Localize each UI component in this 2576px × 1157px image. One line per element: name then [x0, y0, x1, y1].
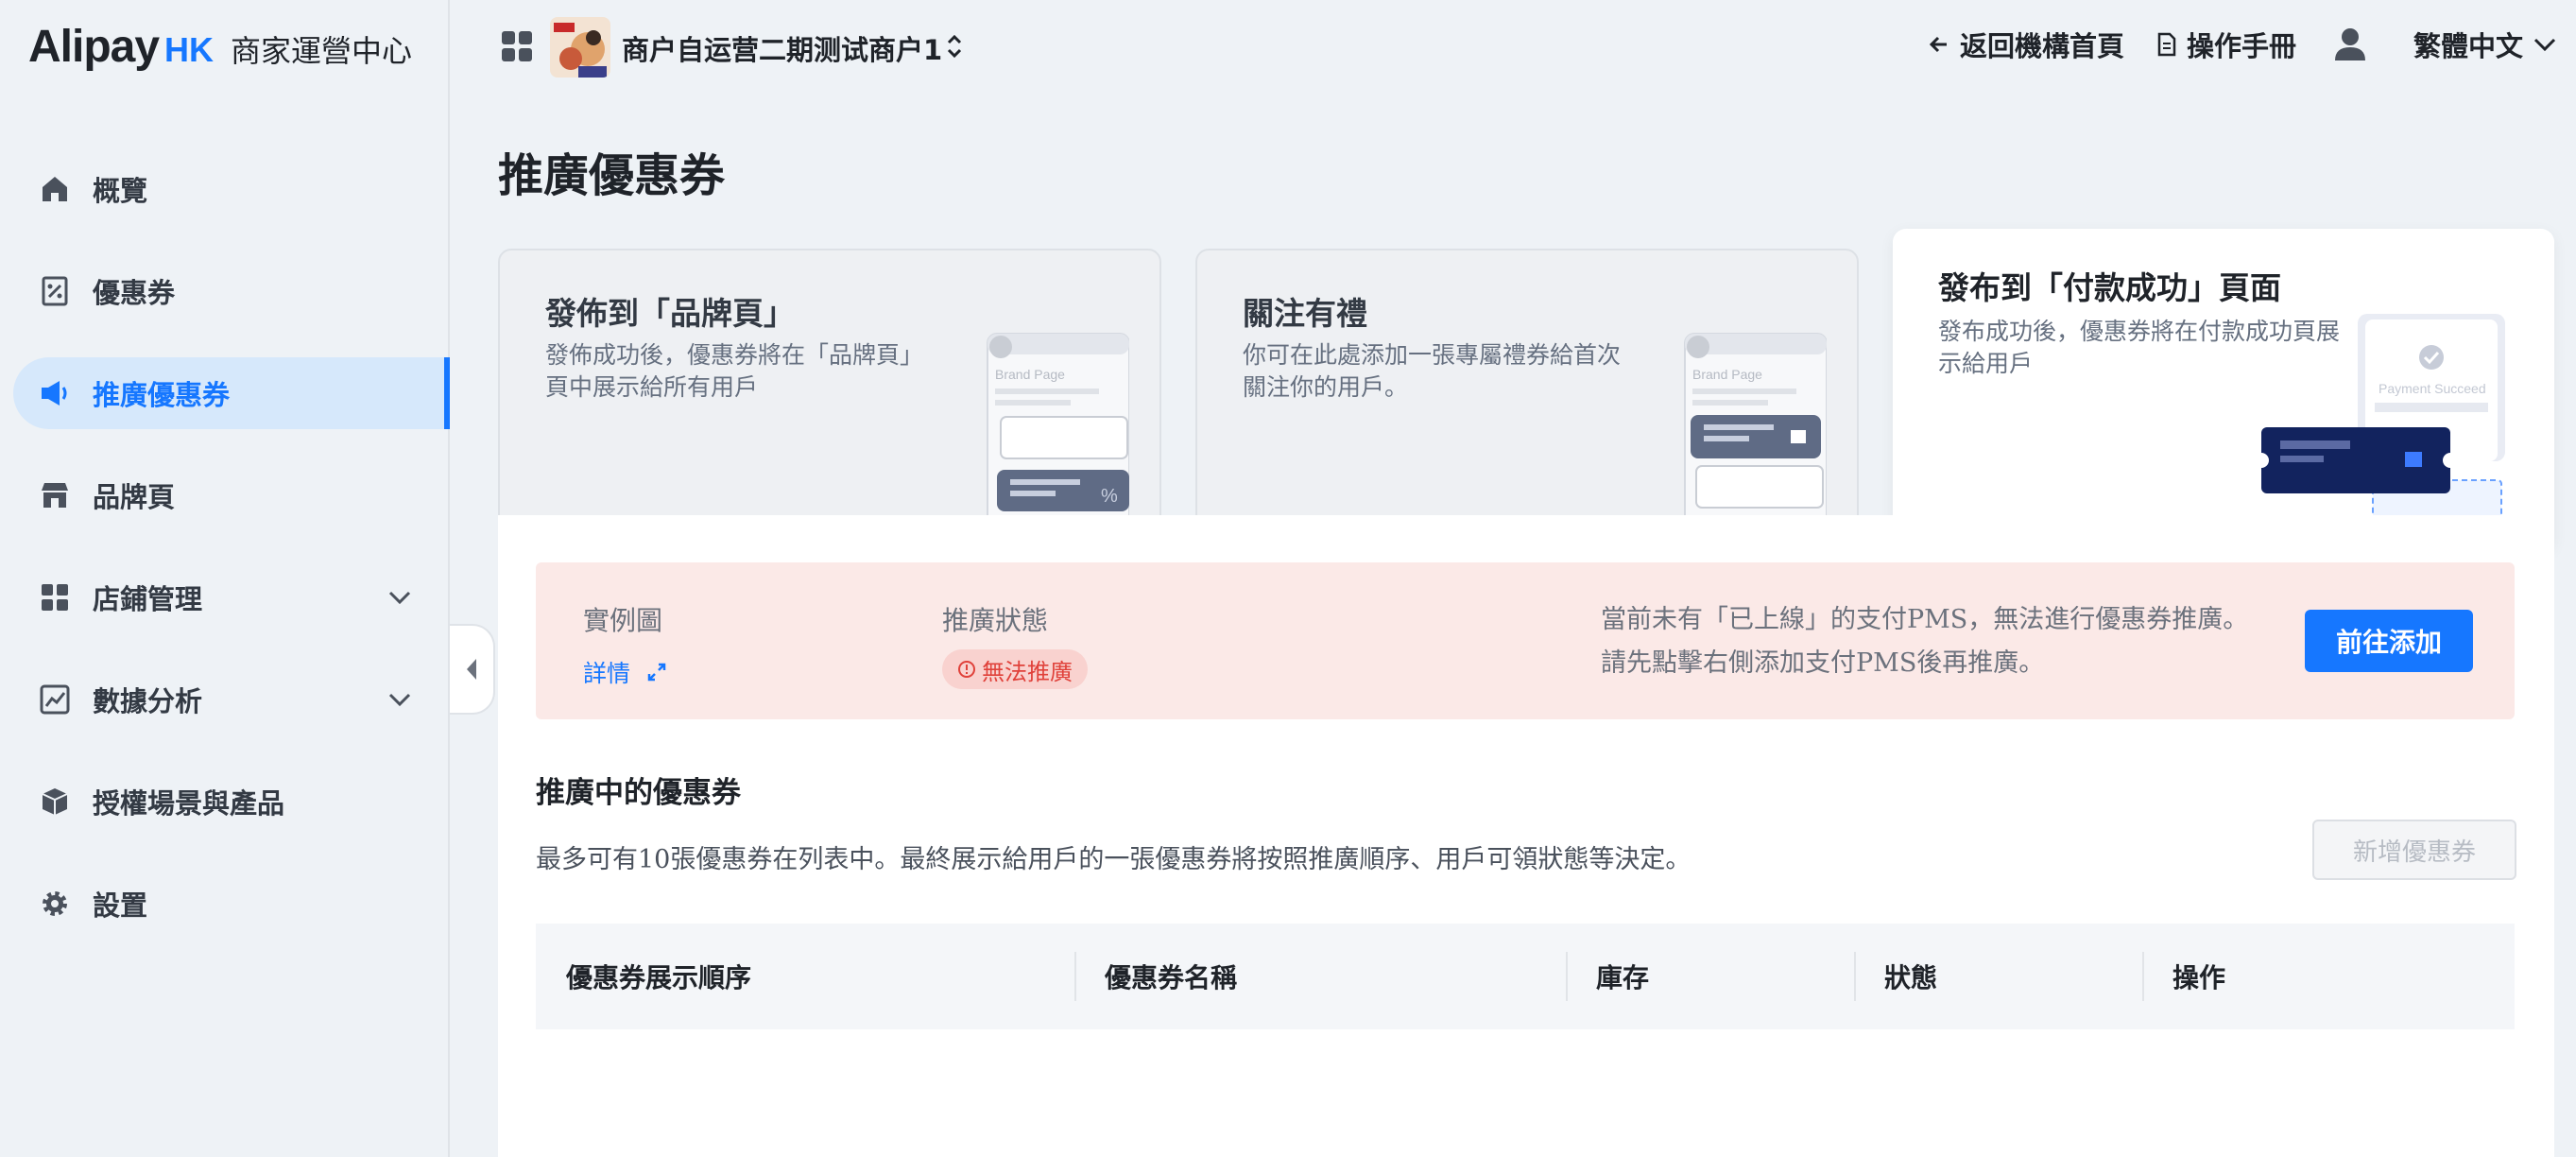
sidebar-nav: 概覽 優惠券 推廣優惠券 品牌頁 店鋪管理 數據分析 授權場景與產品 設置: [13, 153, 450, 970]
brand-page-illustration: Brand Page %: [987, 333, 1129, 530]
megaphone-icon: [38, 376, 72, 410]
language-label: 繁體中文: [2413, 30, 2523, 62]
language-selector[interactable]: 繁體中文: [2413, 25, 2557, 64]
sidebar-item-promote-coupons[interactable]: 推廣優惠券: [13, 357, 450, 429]
svg-text:%: %: [1101, 486, 1118, 507]
illu-text: Payment Succeed: [2379, 381, 2486, 396]
home-icon: [38, 172, 72, 206]
sidebar-item-label: 推廣優惠券: [93, 379, 231, 411]
main-panel: 實例圖 推廣狀態 詳情 無法推廣 當前未有「已上線」的支付PMS，無法進行優惠券…: [498, 515, 2554, 1157]
column-header-display-order: 優惠券展示順序: [566, 962, 752, 993]
column-header-stock: 庫存: [1566, 924, 1854, 1029]
top-header: 商户自运营二期测试商户1 返回機構首頁 操作手冊 繁體中文: [452, 0, 2576, 95]
chart-icon: [38, 682, 72, 717]
gear-icon: [38, 887, 72, 921]
back-label: 返回機構首頁: [1959, 30, 2124, 62]
sidebar-item-label: 授權場景與產品: [93, 787, 285, 820]
merchant-avatar: [550, 17, 610, 78]
expand-icon: [647, 663, 666, 682]
follow-gift-card[interactable]: 關注有禮 你可在此處添加一張專屬禮券給首次關注你的用戶。 Brand Page: [1195, 249, 1859, 532]
apps-icon[interactable]: [501, 30, 533, 66]
alert-message-line1: 當前未有「已上線」的支付PMS，無法進行優惠券推廣。: [1601, 605, 2249, 634]
brand-subtitle: 商家運營中心: [231, 33, 413, 69]
illu-text: Brand Page: [1692, 367, 1762, 382]
payment-success-illustration: Payment Succeed: [2254, 314, 2505, 525]
sidebar-item-store-management[interactable]: 店鋪管理: [13, 561, 450, 633]
section-desc: 最多可有10張優惠券在列表中。最終展示給用戶的一張優惠券將按照推廣順序、用戶可領…: [536, 845, 1692, 874]
card-desc: 你可在此處添加一張專屬禮券給首次關注你的用戶。: [1243, 341, 1622, 401]
card-title: 關注有禮: [1243, 295, 1367, 332]
sidebar-item-coupons[interactable]: 優惠券: [13, 255, 450, 327]
illu-text: Brand Page: [995, 367, 1065, 382]
arrow-left-icon: [1929, 36, 1947, 53]
brand-logo[interactable]: Alipay HK 商家運營中心: [28, 21, 412, 78]
coupon-icon: [38, 274, 72, 308]
document-icon: [2157, 32, 2176, 57]
sidebar-item-settings[interactable]: 設置: [13, 868, 450, 940]
sidebar-item-label: 數據分析: [93, 685, 203, 717]
sidebar-collapse-button[interactable]: [450, 624, 495, 715]
sidebar: Alipay HK 商家運營中心 概覽 優惠券 推廣優惠券 品牌頁 店鋪管理 數…: [0, 0, 450, 1157]
publish-payment-success-card[interactable]: 發布到「付款成功」頁面 發布成功後，優惠券將在付款成功頁展示給用戶 Paymen…: [1893, 229, 2554, 550]
box-icon: [38, 785, 72, 819]
publish-brand-page-card[interactable]: 發佈到「品牌頁」 發佈成功後，優惠券將在「品牌頁」頁中展示給所有用戶 Brand…: [498, 249, 1161, 532]
page-title: 推廣優惠券: [498, 149, 726, 202]
user-icon[interactable]: [2334, 27, 2376, 61]
promotion-alert: 實例圖 推廣狀態 詳情 無法推廣 當前未有「已上線」的支付PMS，無法進行優惠券…: [536, 562, 2515, 719]
add-coupon-button[interactable]: 新增優惠券: [2312, 820, 2516, 880]
manual-label: 操作手冊: [2186, 30, 2296, 62]
chevron-down-icon: [387, 586, 412, 613]
go-add-button[interactable]: 前往添加: [2305, 610, 2473, 672]
sidebar-item-label: 店鋪管理: [93, 583, 203, 615]
card-title: 發佈到「品牌頁」: [545, 295, 795, 332]
sidebar-item-label: 優惠券: [93, 277, 176, 309]
follow-gift-illustration: Brand Page: [1684, 333, 1827, 530]
chevron-down-icon: [2533, 38, 2556, 52]
sidebar-item-label: 品牌頁: [93, 481, 176, 513]
detail-link-label: 詳情: [583, 660, 631, 687]
status-badge: 無法推廣: [942, 649, 1088, 689]
header-actions: 返回機構首頁 操作手冊 繁體中文: [1896, 25, 2557, 64]
status-value: 無法推廣: [982, 658, 1073, 685]
sidebar-item-label: 設置: [93, 889, 148, 922]
table-header: 優惠券展示順序 優惠券名稱 庫存 狀態 操作: [536, 924, 2515, 1029]
sidebar-item-label: 概覽: [93, 175, 148, 207]
chevron-down-icon: [387, 688, 412, 715]
store-icon: [38, 478, 72, 512]
status-label: 推廣狀態: [942, 605, 1049, 636]
caret-left-icon: [467, 659, 476, 680]
column-header-coupon-name: 優惠券名稱: [1074, 924, 1566, 1029]
sidebar-item-data-analysis[interactable]: 數據分析: [13, 664, 450, 735]
alert-message: 當前未有「已上線」的支付PMS，無法進行優惠券推廣。 請先點擊右側添加支付PMS…: [1601, 598, 2248, 685]
section-title: 推廣中的優惠券: [536, 776, 741, 810]
sidebar-item-authorization[interactable]: 授權場景與產品: [13, 766, 450, 838]
example-label: 實例圖: [583, 605, 663, 636]
sidebar-item-overview[interactable]: 概覽: [13, 153, 450, 225]
warning-circle-icon: [958, 661, 975, 678]
alert-message-line2: 請先點擊右側添加支付PMS後再推廣。: [1601, 648, 2045, 678]
merchant-name: 商户自运营二期测试商户1: [622, 34, 943, 66]
back-to-home-link[interactable]: 返回機構首頁: [1928, 25, 2124, 64]
brand-region: HK: [164, 30, 215, 69]
detail-link[interactable]: 詳情: [583, 655, 666, 689]
column-header-status: 狀態: [1854, 924, 2142, 1029]
merchant-switch-icon[interactable]: [945, 32, 964, 64]
column-header-actions: 操作: [2142, 924, 2515, 1029]
manual-link[interactable]: 操作手冊: [2156, 25, 2296, 64]
brand-name: Alipay: [28, 22, 160, 72]
grid-icon: [38, 580, 72, 614]
card-title: 發布到「付款成功」頁面: [1938, 269, 2281, 306]
sidebar-item-brand-page[interactable]: 品牌頁: [13, 459, 450, 531]
card-desc: 發佈成功後，優惠券將在「品牌頁」頁中展示給所有用戶: [545, 341, 924, 401]
